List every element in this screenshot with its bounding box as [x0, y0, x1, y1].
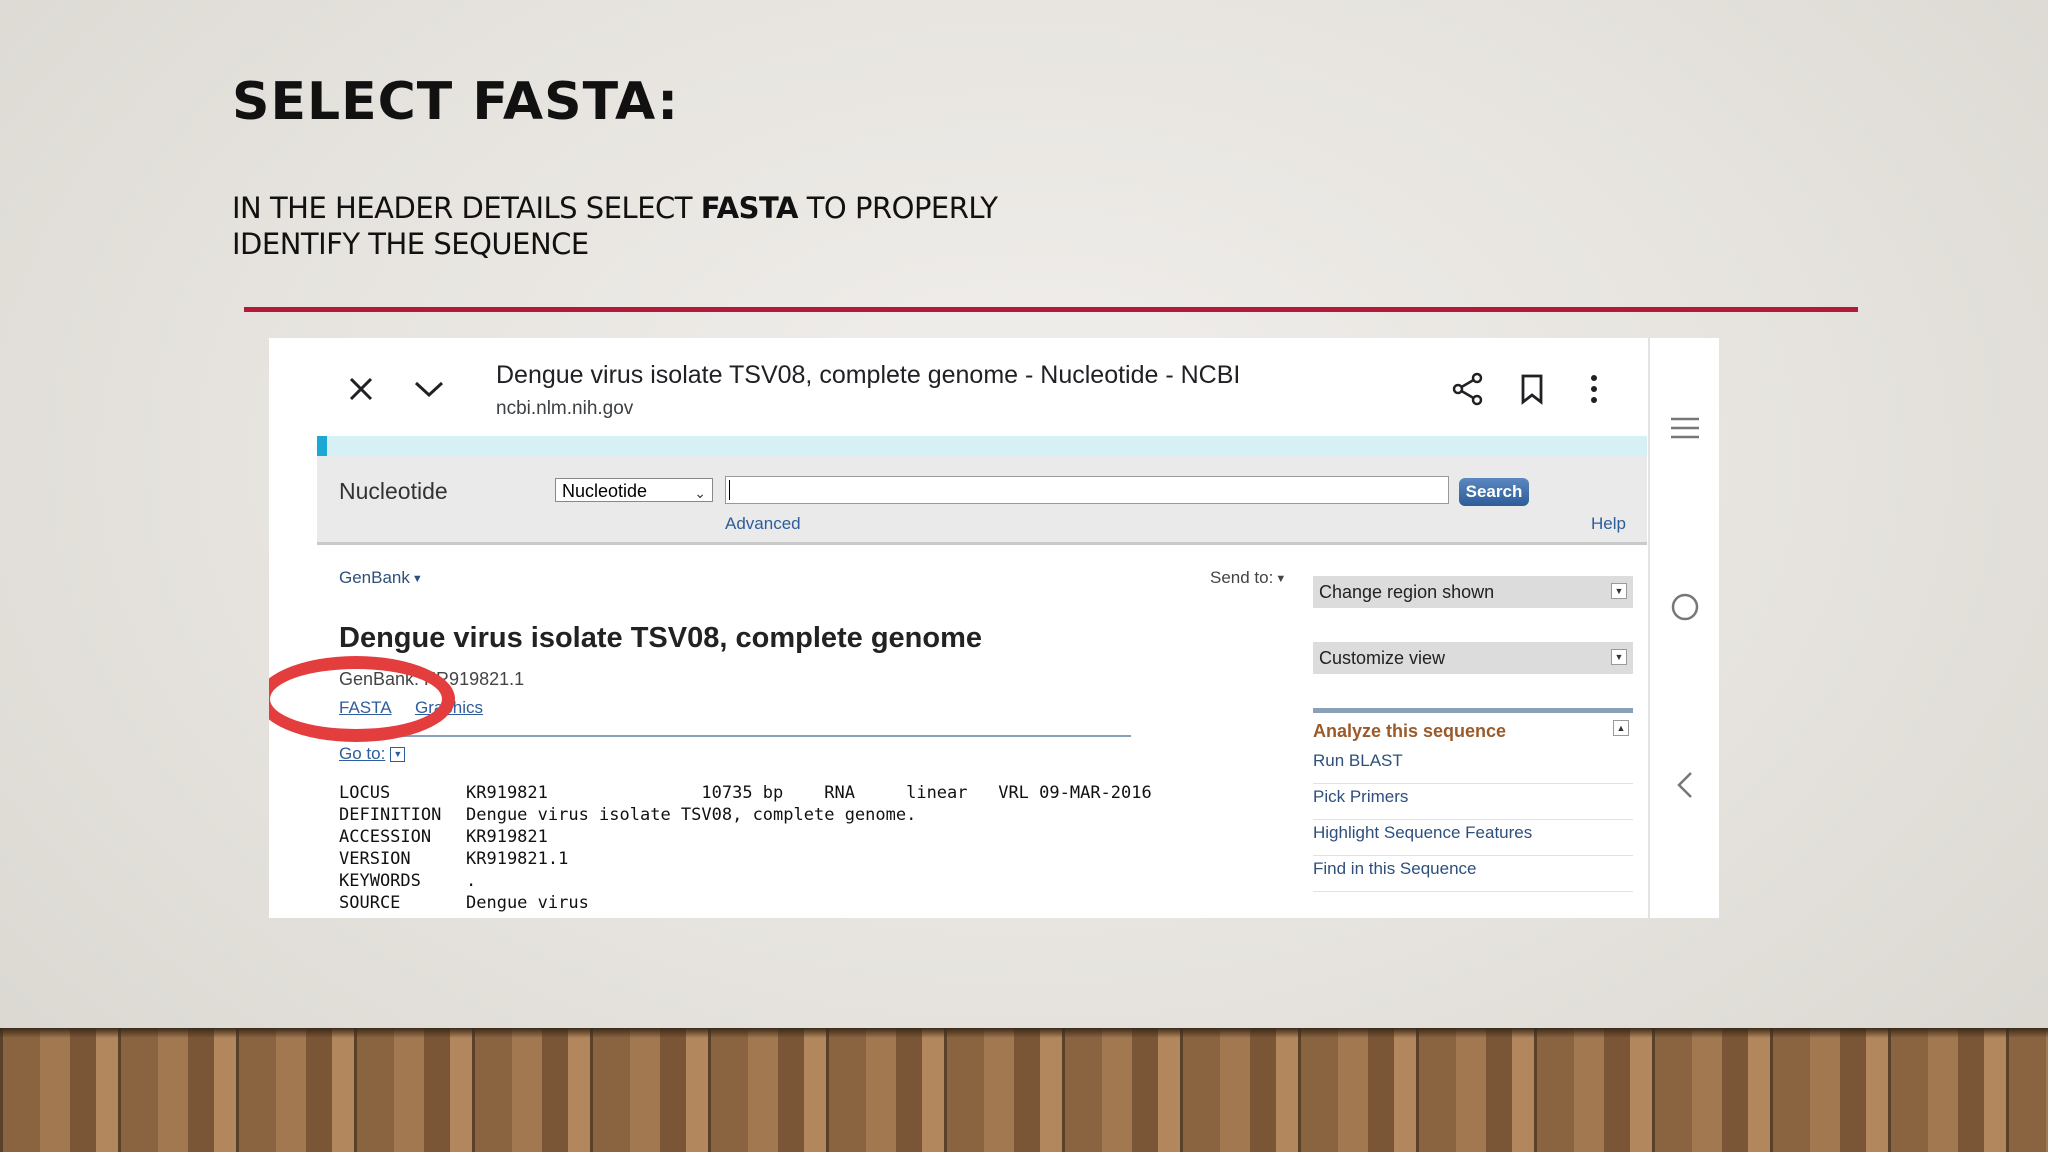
advanced-search-link[interactable]: Advanced	[725, 514, 801, 534]
database-select[interactable]: Nucleotide ⌄	[555, 478, 713, 502]
slide-subtitle: IN THE HEADER DETAILS SELECT FASTA TO PR…	[232, 190, 1132, 262]
back-icon[interactable]	[1674, 770, 1696, 800]
record-field: VERSION KR919821.1	[339, 848, 1152, 870]
database-label: Nucleotide	[339, 478, 448, 504]
field-value: .	[466, 871, 477, 891]
chevron-down-icon: ⌄	[694, 485, 706, 501]
custom-tab-toolbar: Dengue virus isolate TSV08, complete gen…	[269, 338, 1647, 434]
analyze-title: Analyze this sequence	[1313, 721, 1507, 741]
field-value: KR919821.1	[466, 849, 569, 869]
field-value: Dengue virus	[466, 893, 589, 913]
analyze-divider	[1313, 708, 1633, 713]
system-nav-rail	[1648, 338, 1719, 918]
search-input[interactable]	[725, 476, 1449, 504]
field-value: KR919821	[466, 827, 548, 847]
field-value: KR919821 10735 bp RNA linear VRL 09-MAR-…	[466, 783, 1152, 803]
browser-screenshot: Dengue virus isolate TSV08, complete gen…	[269, 338, 1717, 918]
change-region-panel[interactable]: Change region shown ▼	[1313, 576, 1633, 608]
field-value: Dengue virus isolate TSV08, complete gen…	[466, 805, 917, 825]
change-region-label: Change region shown	[1319, 582, 1495, 602]
tool-link[interactable]: Pick Primers	[1313, 784, 1633, 820]
bookmark-icon[interactable]	[1519, 373, 1545, 405]
wood-floor-decoration	[0, 1028, 2048, 1152]
record-field: ACCESSION KR919821	[339, 826, 1152, 848]
record-field: KEYWORDS.	[339, 870, 1152, 892]
page-url[interactable]: ncbi.nlm.nih.gov	[496, 398, 633, 420]
subtitle-text: IN THE HEADER DETAILS SELECT	[232, 191, 701, 225]
more-vert-icon[interactable]	[1589, 374, 1599, 404]
search-bar: Nucleotide Nucleotide ⌄ Search Advanced …	[317, 456, 1647, 545]
chevron-down-icon[interactable]	[413, 378, 445, 400]
record-field: SOURCE Dengue virus	[339, 892, 1152, 914]
dropdown-arrow-icon: ▼	[1611, 649, 1627, 665]
field-key: DEFINITION	[339, 805, 442, 825]
caret-down-icon: ▼	[1275, 572, 1287, 585]
send-to-menu[interactable]: Send to: ▼	[1210, 568, 1286, 588]
fasta-highlight-circle	[269, 656, 455, 742]
database-select-value: Nucleotide	[562, 481, 648, 501]
record-field: LOCUS KR919821 10735 bp RNA linear VRL 09…	[339, 782, 1152, 804]
tool-link[interactable]: Find in this Sequence	[1313, 856, 1633, 892]
tool-link[interactable]: Run BLAST	[1313, 748, 1633, 784]
record-title: Dengue virus isolate TSV08, complete gen…	[339, 622, 983, 654]
accent-divider	[244, 307, 1858, 312]
page-load-progress	[317, 436, 1647, 456]
share-icon[interactable]	[1451, 372, 1485, 406]
collapse-icon[interactable]: ▲	[1613, 720, 1629, 736]
field-key: KEYWORDS	[339, 871, 421, 891]
field-key: LOCUS	[339, 783, 391, 803]
subtitle-line-2: IDENTIFY THE SEQUENCE	[232, 227, 589, 261]
menu-icon[interactable]	[1670, 416, 1700, 440]
dropdown-arrow-icon: ▼	[1611, 583, 1627, 599]
caret-down-icon: ▼	[411, 572, 423, 585]
goto-label: Go to:	[339, 744, 386, 763]
field-key: VERSION	[339, 849, 411, 869]
subtitle-text-2: TO PROPERLY	[798, 191, 998, 225]
format-menu[interactable]: GenBank ▼	[339, 568, 423, 588]
subtitle-bold: FASTA	[700, 191, 799, 225]
page-title: Dengue virus isolate TSV08, complete gen…	[496, 361, 1241, 389]
help-link[interactable]: Help	[1591, 514, 1626, 534]
genbank-record: LOCUS KR919821 10735 bp RNA linear VRL 09…	[339, 782, 1152, 914]
record-field: DEFINITION Dengue virus isolate TSV08, co…	[339, 804, 1152, 826]
record-divider	[339, 735, 1131, 737]
customize-view-panel[interactable]: Customize view ▼	[1313, 642, 1633, 674]
progress-fill	[317, 436, 327, 456]
field-key: ACCESSION	[339, 827, 432, 847]
slide-title: SELECT FASTA:	[232, 72, 680, 132]
search-button[interactable]: Search	[1459, 478, 1529, 506]
send-to-label: Send to:	[1210, 568, 1274, 587]
format-menu-label: GenBank	[339, 568, 410, 587]
circle-icon[interactable]	[1670, 592, 1700, 622]
goto-menu[interactable]: Go to: ▼	[339, 744, 406, 764]
customize-view-label: Customize view	[1319, 648, 1446, 668]
tool-link[interactable]: Highlight Sequence Features	[1313, 820, 1633, 856]
chevron-down-icon: ▼	[390, 747, 406, 763]
field-key: SOURCE	[339, 893, 401, 913]
close-icon[interactable]	[347, 375, 375, 403]
